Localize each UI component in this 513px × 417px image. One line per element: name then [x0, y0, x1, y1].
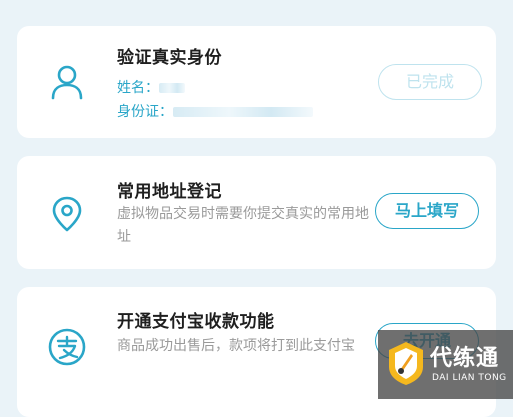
watermark: 代练通 DAI LIAN TONG	[378, 330, 513, 399]
completed-button[interactable]: 已完成	[378, 64, 482, 100]
person-icon	[51, 65, 83, 100]
identity-card: 验证真实身份 姓名： 身份证： 已完成	[17, 26, 496, 138]
name-row: 姓名：	[117, 77, 185, 97]
id-number-mask	[173, 107, 313, 117]
alipay-icon	[48, 328, 86, 366]
alipay-description: 商品成功出售后，款项将打到此支付宝	[117, 338, 355, 354]
location-pin-icon	[52, 196, 82, 232]
name-label: 姓名：	[117, 80, 159, 96]
dailiantong-logo-icon	[389, 342, 423, 385]
identity-title: 验证真实身份	[117, 48, 222, 68]
address-card: 常用地址登记 虚拟物品交易时需要你提交真实的常用地址 马上填写	[17, 156, 496, 269]
id-number-row: 身份证：	[117, 101, 313, 121]
id-number-label: 身份证：	[117, 104, 173, 120]
address-description: 虚拟物品交易时需要你提交真实的常用地址	[117, 206, 369, 245]
name-mask	[159, 83, 185, 93]
fill-address-button[interactable]: 马上填写	[375, 193, 479, 229]
address-title: 常用地址登记	[117, 182, 222, 202]
watermark-name: 代练通	[430, 346, 500, 371]
alipay-title: 开通支付宝收款功能	[117, 312, 275, 332]
watermark-subtitle: DAI LIAN TONG	[432, 373, 507, 383]
